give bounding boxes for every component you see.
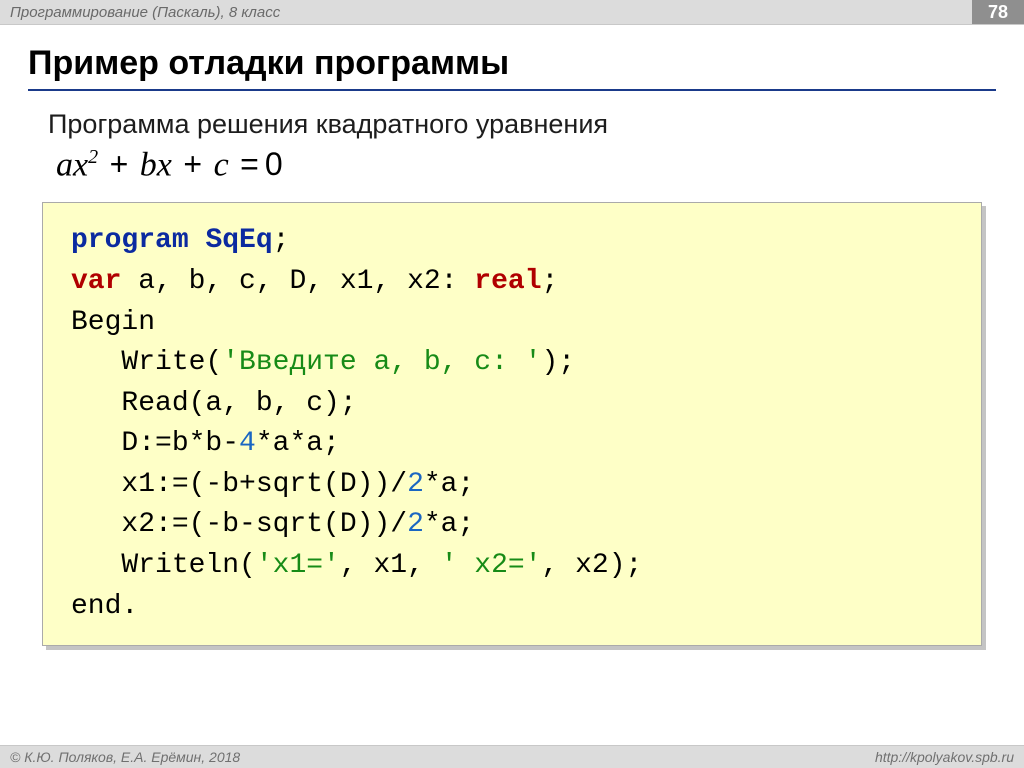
url-label: http://kpolyakov.spb.ru [875,749,1014,765]
title-rule [28,89,996,91]
string-literal: 'Введите a, b, c: ' [222,347,541,378]
top-bar: Программирование (Паскаль), 8 класс [0,0,1024,25]
eq-exp: 2 [88,146,98,168]
course-label: Программирование (Паскаль), 8 класс [10,4,280,21]
eq-x1: x [73,146,88,183]
number-literal: 2 [407,469,424,500]
code-text: Read(a, b, c); [71,388,357,419]
eq-x2: x [157,146,172,183]
eq-a: a [56,146,73,183]
code-text: a, b, c, D, x1, x2: [121,266,474,297]
code-text: D:=b*b- [71,428,239,459]
code-text: end. [71,591,138,622]
string-literal: ' x2=' [441,550,542,581]
code-text: *a; [424,509,474,540]
code-text: ); [542,347,576,378]
code-text: ; [542,266,559,297]
code-text: ; [273,225,290,256]
slide: Программирование (Паскаль), 8 класс 78 П… [0,0,1024,768]
page-number-badge: 78 [972,0,1024,24]
content-area: Пример отладки программы Программа решен… [28,36,996,646]
string-literal: 'x1=' [256,550,340,581]
kw-real: real [474,266,541,297]
eq-plus2: + [180,146,205,182]
kw-var: var [71,266,121,297]
program-name: SqEq [205,225,272,256]
code-text: Write( [71,347,222,378]
page-title: Пример отладки программы [28,44,996,83]
code-text: Writeln( [71,550,256,581]
eq-b: b [140,146,157,183]
code-text: x1:=(-b+sqrt(D))/ [71,469,407,500]
code-text: *a; [424,469,474,500]
code-block: program SqEq; var a, b, c, D, x1, x2: re… [42,202,982,646]
kw-program: program [71,225,189,256]
eq-plus1: + [107,146,132,182]
code-text: , x2); [542,550,643,581]
code-text: *a*a; [256,428,340,459]
code-text: x2:=(-b-sqrt(D))/ [71,509,407,540]
bottom-bar: © К.Ю. Поляков, Е.А. Ерёмин, 2018 http:/… [0,745,1024,768]
eq-zero: 0 [262,146,286,182]
copyright-label: © К.Ю. Поляков, Е.А. Ерёмин, 2018 [10,749,240,765]
code-text: Begin [71,307,155,338]
number-literal: 4 [239,428,256,459]
code-block-wrap: program SqEq; var a, b, c, D, x1, x2: re… [42,202,982,646]
eq-eq: = [237,146,262,182]
eq-c: c [214,146,229,183]
subtitle: Программа решения квадратного уравнения [48,109,996,140]
number-literal: 2 [407,509,424,540]
equation: ax2 + bx + c =0 [56,146,996,184]
code-text: , x1, [340,550,441,581]
